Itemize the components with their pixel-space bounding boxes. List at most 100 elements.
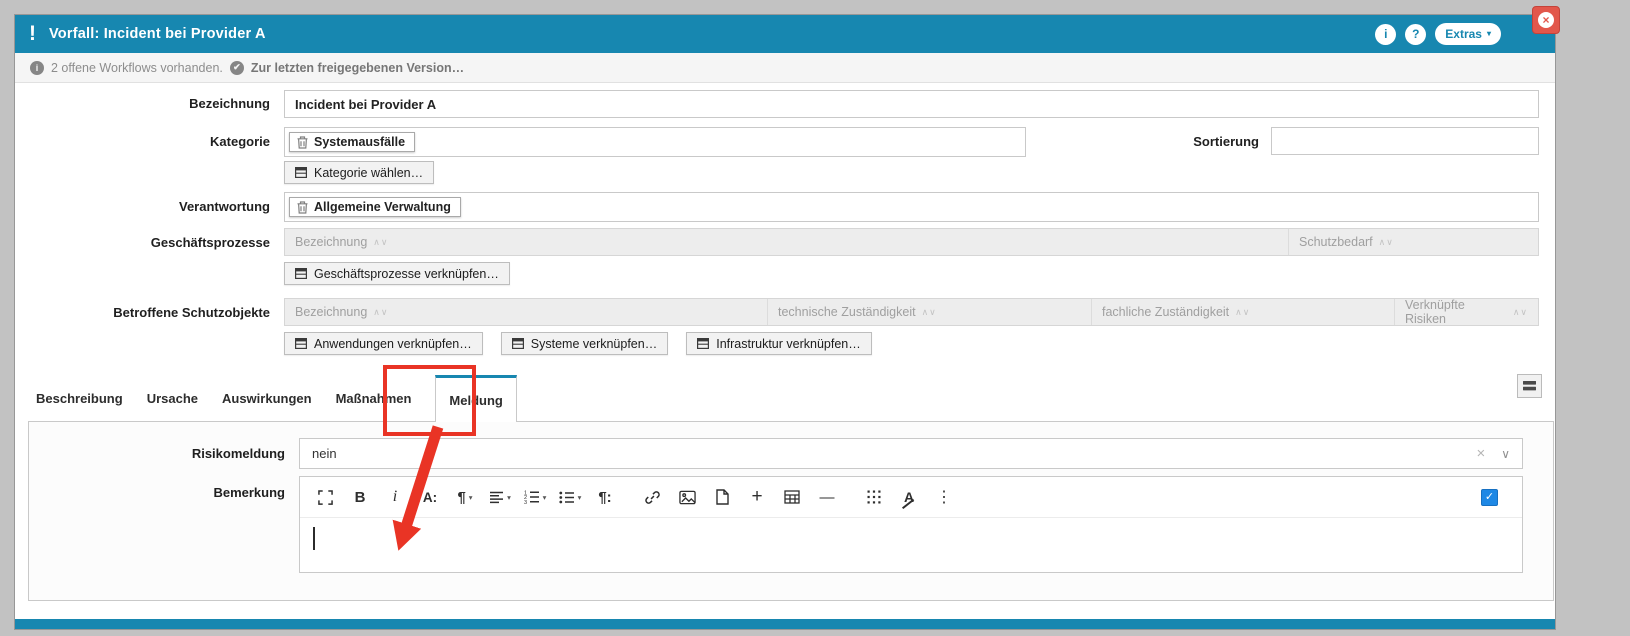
special-characters-icon[interactable] [861, 484, 887, 510]
list-picker-icon [512, 338, 524, 349]
schutzobjekte-table-header: Bezeichnung ∧∨ technische Zuständigkeit … [284, 298, 1539, 326]
gp-column-bezeichnung[interactable]: Bezeichnung ∧∨ [285, 229, 1288, 255]
notice-bar: i 2 offene Workflows vorhanden. ✔ Zur le… [15, 53, 1555, 83]
tab-ursache[interactable]: Ursache [147, 391, 198, 406]
tab-bar: Beschreibung Ursache Auswirkungen Maßnah… [36, 375, 517, 422]
verantwortung-field[interactable]: Allgemeine Verwaltung [284, 192, 1539, 222]
bemerkung-label: Bemerkung [29, 485, 285, 500]
align-left-icon [489, 491, 504, 504]
info-button[interactable]: i [1375, 24, 1396, 45]
verantwortung-chip[interactable]: Allgemeine Verwaltung [289, 197, 461, 217]
sort-icon: ∧∨ [922, 307, 937, 318]
bemerkung-checkbox[interactable]: ✓ [1481, 489, 1498, 506]
tab-meldung[interactable]: Meldung [435, 375, 516, 422]
page-title: Vorfall: Incident bei Provider A [49, 26, 266, 42]
schutzobjekte-label: Betroffene Schutzobjekte [15, 305, 270, 320]
paragraph-format-dropdown[interactable]: ¶ ▾ [452, 484, 478, 510]
extras-label: Extras [1445, 27, 1482, 41]
workflows-text: 2 offene Workflows vorhanden. [51, 61, 223, 75]
so-column-bezeichnung[interactable]: Bezeichnung ∧∨ [285, 299, 767, 325]
sort-icon: ∧∨ [1513, 307, 1528, 318]
trash-icon[interactable] [297, 136, 308, 149]
sortierung-label: Sortierung [1079, 134, 1259, 149]
paragraph-icon: ¶ [457, 489, 465, 506]
risikomeldung-select[interactable]: nein × ∨ [299, 438, 1523, 469]
editor-toolbar: B i A: ¶ ▾ ▾ 123 ▾ [300, 477, 1522, 517]
so-column-verknuepfte-risiken[interactable]: Verknüpfte Risiken ∧∨ [1394, 299, 1538, 325]
geschaeftsprozesse-label: Geschäftsprozesse [15, 235, 270, 250]
so-column-fachliche-zustaendigkeit[interactable]: fachliche Zuständigkeit ∧∨ [1091, 299, 1394, 325]
desktop-background: ! Vorfall: Incident bei Provider A i ? E… [0, 0, 1630, 636]
bemerkung-richtext-editor: B i A: ¶ ▾ ▾ 123 ▾ [299, 476, 1523, 573]
document-icon[interactable] [709, 484, 735, 510]
font-icon[interactable]: A: [417, 484, 443, 510]
so-column-technisch-label: technische Zuständigkeit [778, 305, 916, 319]
layout-toggle-button[interactable] [1517, 374, 1542, 398]
kategorie-chip[interactable]: Systemausfälle [289, 132, 415, 152]
extras-button[interactable]: Extras ▾ [1435, 23, 1501, 45]
ordered-list-icon: 123 [524, 490, 540, 504]
chevron-down-icon[interactable]: ∨ [1501, 447, 1510, 461]
tab-massnahmen[interactable]: Maßnahmen [336, 391, 412, 406]
so-column-fachlich-label: fachliche Zuständigkeit [1102, 305, 1229, 319]
help-button[interactable]: ? [1405, 24, 1426, 45]
align-dropdown[interactable]: ▾ [487, 484, 513, 510]
clear-formatting-icon[interactable]: A [896, 484, 922, 510]
bezeichnung-input[interactable] [284, 90, 1539, 118]
window-titlebar: ! Vorfall: Incident bei Provider A i ? E… [15, 15, 1555, 53]
sort-icon: ∧∨ [1235, 307, 1250, 318]
check-circle-icon: ✔ [230, 61, 244, 75]
so-column-risiken-label: Verknüpfte Risiken [1405, 298, 1507, 326]
bullet-list-dropdown[interactable]: ▾ [557, 484, 583, 510]
so-column-technische-zustaendigkeit[interactable]: technische Zuständigkeit ∧∨ [767, 299, 1091, 325]
titlebar-actions: i ? Extras ▾ [1375, 23, 1541, 45]
sort-icon: ∧∨ [373, 307, 388, 318]
trash-icon[interactable] [297, 201, 308, 214]
anwendungen-verknuepfen-button[interactable]: Anwendungen verknüpfen… [284, 332, 483, 355]
anwendungen-label: Anwendungen verknüpfen… [314, 337, 472, 351]
chevron-down-icon: ▾ [469, 493, 473, 502]
fullscreen-icon[interactable] [312, 484, 338, 510]
tab-auswirkungen[interactable]: Auswirkungen [222, 391, 312, 406]
gp-column-schutzbedarf-label: Schutzbedarf [1299, 235, 1373, 249]
bold-icon[interactable]: B [347, 484, 373, 510]
list-picker-icon [295, 338, 307, 349]
text-cursor [313, 527, 315, 550]
paragraph-style-glyph: ¶: [598, 489, 611, 506]
editor-content-area[interactable] [300, 517, 1522, 572]
clear-icon[interactable]: × [1476, 445, 1485, 462]
sort-icon: ∧∨ [1379, 237, 1394, 248]
paragraph-style-icon[interactable]: ¶: [592, 484, 618, 510]
rows-icon [1523, 381, 1536, 391]
info-icon: i [30, 61, 44, 75]
geschaeftsprozesse-verknuepfen-button[interactable]: Geschäftsprozesse verknüpfen… [284, 262, 510, 285]
so-column-bezeichnung-label: Bezeichnung [295, 305, 367, 319]
risikomeldung-label: Risikomeldung [29, 446, 285, 461]
alert-icon: ! [29, 23, 36, 44]
link-icon[interactable] [639, 484, 665, 510]
table-icon[interactable] [779, 484, 805, 510]
bottom-accent-bar [15, 619, 1555, 629]
gp-column-schutzbedarf[interactable]: Schutzbedarf ∧∨ [1288, 229, 1538, 255]
version-link[interactable]: Zur letzten freigegebenen Version… [251, 61, 464, 75]
close-button[interactable]: × [1532, 6, 1560, 34]
infrastruktur-label: Infrastruktur verknüpfen… [716, 337, 861, 351]
sortierung-input[interactable] [1271, 127, 1539, 155]
systeme-verknuepfen-button[interactable]: Systeme verknüpfen… [501, 332, 668, 355]
image-icon[interactable] [674, 484, 700, 510]
gp-column-bezeichnung-label: Bezeichnung [295, 235, 367, 249]
app-window: ! Vorfall: Incident bei Provider A i ? E… [14, 14, 1556, 630]
kategorie-field[interactable]: Systemausfälle [284, 127, 1026, 157]
plus-icon[interactable]: + [744, 484, 770, 510]
infrastruktur-verknuepfen-button[interactable]: Infrastruktur verknüpfen… [686, 332, 872, 355]
horizontal-rule-icon[interactable]: — [814, 484, 840, 510]
tab-beschreibung[interactable]: Beschreibung [36, 391, 123, 406]
kategorie-label: Kategorie [15, 134, 270, 149]
verantwortung-label: Verantwortung [15, 199, 270, 214]
kategorie-waehlen-button[interactable]: Kategorie wählen… [284, 161, 434, 184]
ordered-list-dropdown[interactable]: 123 ▾ [522, 484, 548, 510]
italic-icon[interactable]: i [382, 484, 408, 510]
more-options-icon[interactable]: ⋮ [931, 484, 957, 510]
schutzobjekte-buttons: Anwendungen verknüpfen… Systeme verknüpf… [284, 332, 872, 355]
svg-text:3: 3 [524, 500, 527, 504]
